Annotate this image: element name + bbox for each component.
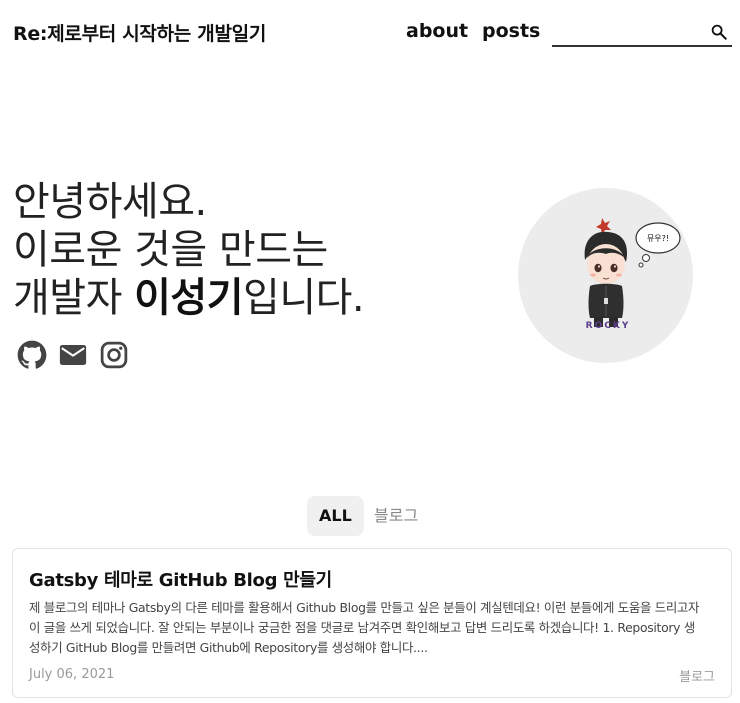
search-icon[interactable]: [710, 23, 728, 41]
tab-blog[interactable]: 블로그: [362, 496, 430, 536]
github-icon[interactable]: [17, 340, 47, 370]
intro-tagline: 이로운 것을 만드는: [13, 227, 328, 273]
intro-section: 안녕하세요. 이로운 것을 만드는 개발자 이성기입니다.: [13, 178, 473, 322]
intro-greeting: 안녕하세요.: [13, 179, 207, 225]
intro-name-line: 개발자 이성기입니다.: [13, 274, 473, 322]
intro-suffix: 입니다.: [243, 275, 365, 321]
avatar-signature: ROCKY: [586, 321, 631, 331]
speech-text: 뮤우?!: [647, 234, 669, 243]
category-tabs: ALL 블로그: [0, 496, 740, 536]
instagram-icon[interactable]: [99, 340, 129, 370]
post-title[interactable]: Gatsby 테마로 GitHub Blog 만들기: [29, 566, 332, 592]
search-box: [552, 18, 732, 47]
intro-prefix: 개발자: [13, 275, 135, 321]
mail-icon[interactable]: [58, 340, 88, 370]
nav-about-link[interactable]: about: [406, 20, 468, 42]
search-input[interactable]: [552, 18, 702, 44]
post-date: July 06, 2021: [29, 667, 115, 682]
site-title-link[interactable]: Re:제로부터 시작하는 개발일기: [13, 19, 266, 46]
tab-all[interactable]: ALL: [307, 496, 364, 536]
post-card[interactable]: Gatsby 테마로 GitHub Blog 만들기 제 블로그의 테마나 Ga…: [12, 548, 732, 698]
post-category: 블로그: [679, 670, 715, 685]
avatar-illustration: 뮤우?! ROCKY: [584, 218, 681, 331]
post-excerpt: 제 블로그의 테마나 Gatsby의 다른 테마를 활용해서 Github Bl…: [29, 600, 700, 655]
author-name: 이성기: [134, 275, 244, 321]
site-header: Re:제로부터 시작하는 개발일기 about posts: [0, 0, 740, 60]
nav-posts-link[interactable]: posts: [482, 20, 540, 42]
profile-avatar: 뮤우?! ROCKY: [518, 188, 693, 363]
